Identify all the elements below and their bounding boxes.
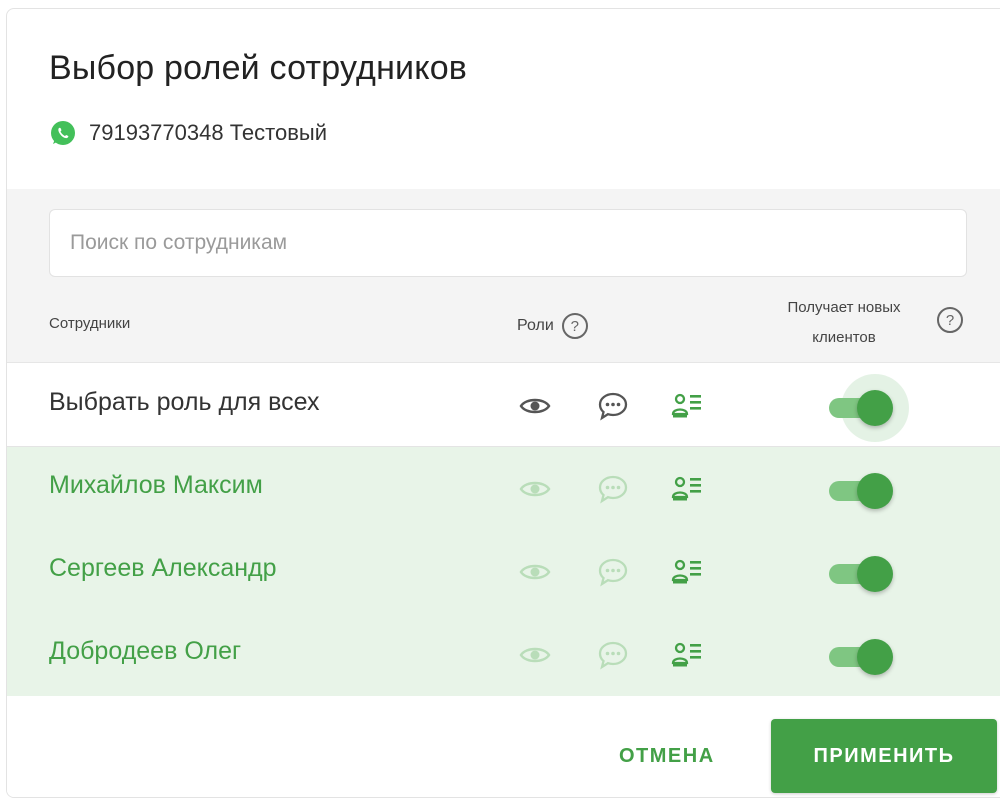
new-clients-toggle[interactable] (827, 556, 893, 592)
employees-header-section: Сотрудники Роли ? Получает новых клиенто… (7, 189, 1000, 363)
contact-card-icon[interactable] (669, 471, 705, 507)
chat-icon[interactable] (595, 554, 631, 590)
column-header-new-clients: Получает новых клиентов (787, 299, 901, 346)
eye-icon[interactable] (517, 554, 553, 590)
employee-name: Сергеев Александр (49, 554, 277, 582)
account-label: 79193770348 Тестовый (89, 120, 327, 145)
chat-icon[interactable] (595, 471, 631, 507)
roles-help-icon[interactable]: ? (561, 313, 588, 339)
dialog-title: Выбор ролей сотрудников (49, 49, 468, 87)
new-clients-toggle[interactable] (827, 473, 893, 509)
column-header-roles: Роли ? (517, 313, 588, 339)
new-clients-help-icon[interactable]: ? (937, 307, 963, 333)
account-row: 79193770348 Тестовый (49, 119, 327, 147)
new-clients-toggle[interactable] (827, 639, 893, 675)
eye-icon[interactable] (517, 471, 553, 507)
whatsapp-icon (49, 119, 77, 147)
eye-icon[interactable] (517, 637, 553, 673)
employee-name: Михайлов Максим (49, 471, 263, 499)
column-header-employees: Сотрудники (49, 315, 131, 332)
select-all-new-clients-toggle[interactable] (827, 374, 909, 442)
apply-button[interactable]: ПРИМЕНИТЬ (771, 719, 997, 793)
table-row: Сергеев Александр (7, 530, 1000, 613)
search-input[interactable] (49, 209, 967, 277)
role-selection-dialog: Выбор ролей сотрудников 79193770348 Тест… (6, 8, 1000, 798)
eye-icon[interactable] (517, 388, 553, 424)
select-all-label: Выбрать роль для всех (49, 388, 320, 416)
table-row: Добродеев Олег (7, 613, 1000, 696)
chat-icon[interactable] (595, 388, 631, 424)
chat-icon[interactable] (595, 637, 631, 673)
employee-name: Добродеев Олег (49, 637, 242, 665)
contact-card-icon[interactable] (669, 554, 705, 590)
table-row: Михайлов Максим (7, 447, 1000, 530)
contact-card-icon[interactable] (669, 388, 705, 424)
dialog-footer: ОТМЕНА ПРИМЕНИТЬ (7, 697, 1000, 797)
contact-card-icon[interactable] (669, 637, 705, 673)
select-all-row: Выбрать роль для всех (7, 364, 1000, 447)
roles-label: Роли (517, 317, 554, 334)
cancel-button[interactable]: ОТМЕНА (605, 719, 729, 793)
